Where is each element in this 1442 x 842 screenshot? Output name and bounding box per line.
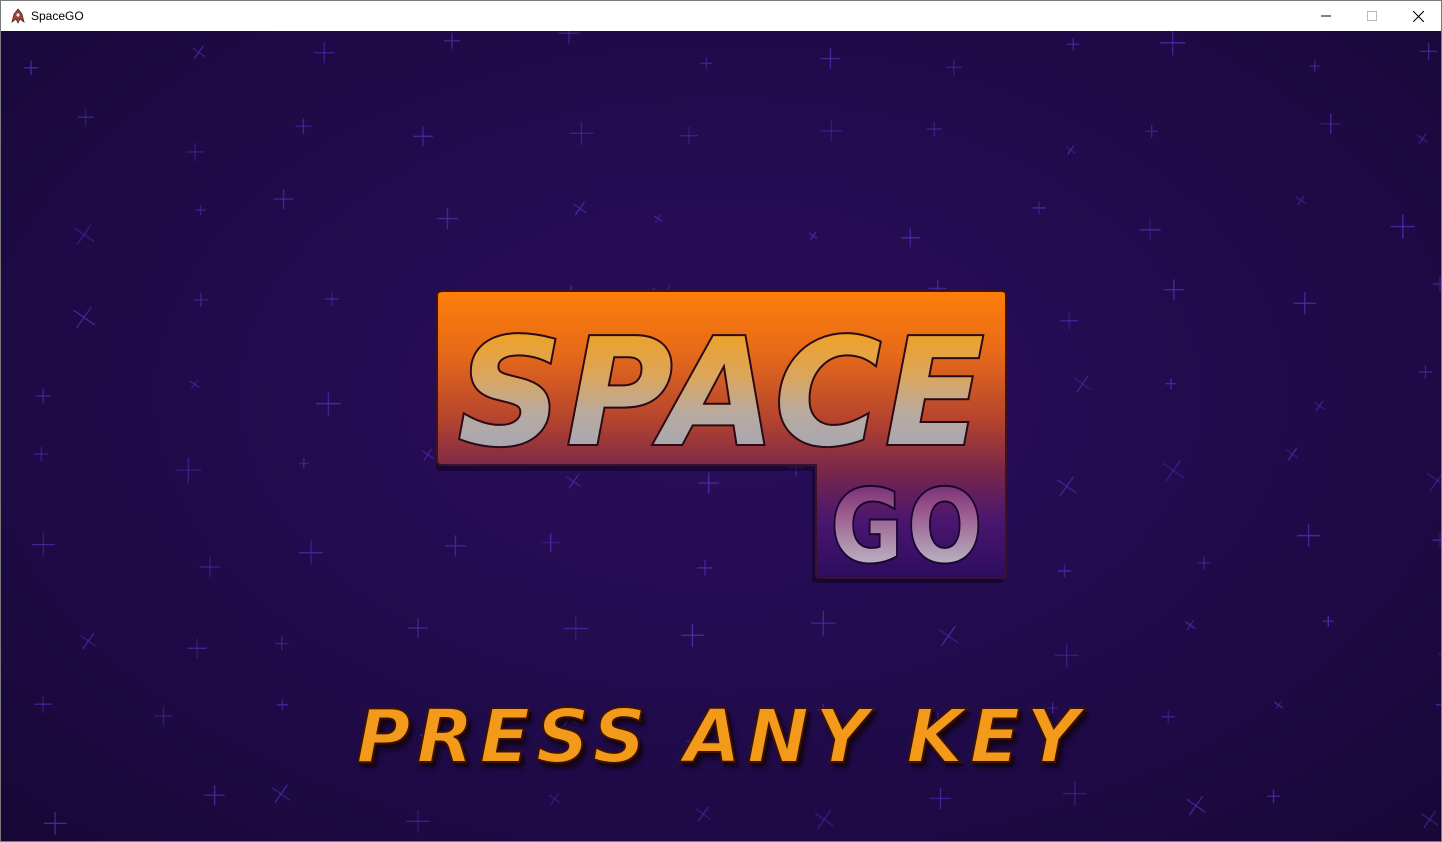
spacego-app-icon (11, 8, 25, 24)
logo-word-go: GO (831, 468, 987, 585)
logo-word-space: SPACE (458, 307, 988, 479)
minimize-button[interactable] (1303, 1, 1349, 31)
game-window: SpaceGO SPACE GO PRESS ANY KEY (0, 0, 1442, 842)
close-icon (1412, 10, 1424, 22)
maximize-icon (1367, 11, 1377, 21)
press-any-key-prompt: PRESS ANY KEY (355, 694, 1086, 780)
title-bar[interactable]: SpaceGO (1, 1, 1441, 31)
maximize-button[interactable] (1349, 1, 1395, 31)
game-canvas[interactable]: SPACE GO PRESS ANY KEY (1, 31, 1441, 841)
window-title: SpaceGO (31, 9, 84, 23)
close-button[interactable] (1395, 1, 1441, 31)
minimize-icon (1321, 15, 1331, 17)
